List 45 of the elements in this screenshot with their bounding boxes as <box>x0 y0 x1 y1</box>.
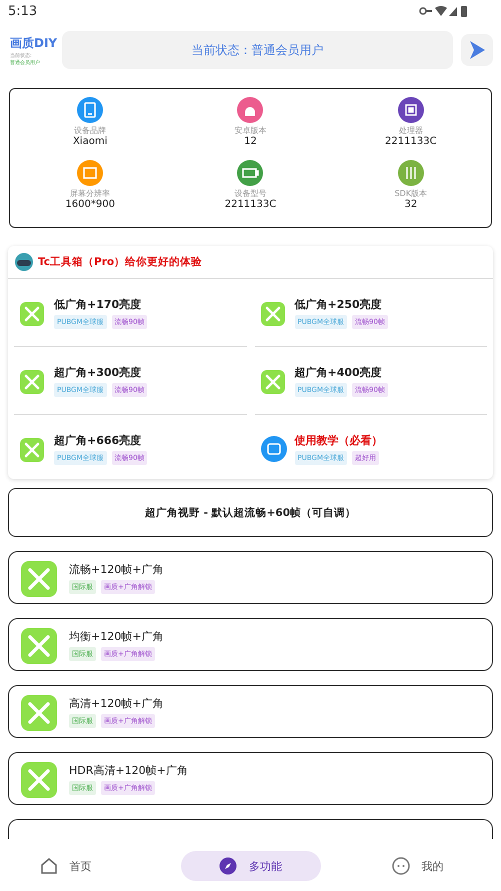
info-value: 12 <box>244 136 257 147</box>
tools-icon <box>21 760 59 798</box>
preset-title: 均衡+120帧+广角 <box>69 628 164 644</box>
info-value: 2211133C <box>385 136 437 147</box>
status-time: 5:13 <box>8 4 38 18</box>
preset-title: 超广角+300亮度 <box>54 364 142 380</box>
tools-icon <box>20 436 46 462</box>
preset-title: 低广角+250亮度 <box>294 296 383 312</box>
info-value: 2211133C <box>224 199 276 210</box>
tools-icon <box>20 300 46 326</box>
preset-title: 超广角+400亮度 <box>294 364 383 380</box>
preset-title: 超广角+666亮度 <box>54 432 142 448</box>
preset-title: 使用教学（必看） <box>294 432 382 448</box>
preset-title: 流畅+120帧+广角 <box>69 562 164 576</box>
tools-icon <box>21 626 59 664</box>
preset-card[interactable] <box>8 819 493 839</box>
play-icon <box>468 40 486 60</box>
info-value: 32 <box>404 199 418 210</box>
tools-icon <box>21 692 59 730</box>
pro-title: Tc工具箱（Pro）给你更好的体验 <box>38 255 202 269</box>
profile-icon <box>392 857 410 875</box>
play-button[interactable] <box>461 34 493 66</box>
info-label: 屏幕分辨率 <box>70 188 110 199</box>
tutorial-icon <box>260 436 286 462</box>
info-label: 处理器 <box>398 125 423 136</box>
nav-tab[interactable]: 首页 <box>14 851 154 881</box>
info-label: 设备品牌 <box>74 125 106 136</box>
info-label: 设备型号 <box>234 188 266 199</box>
info-label: SDK版本 <box>394 188 428 199</box>
home-icon <box>40 857 58 875</box>
preset-title: 高清+120帧+广角 <box>69 696 164 710</box>
nav-tab[interactable]: 多功能 <box>180 851 320 881</box>
tools-icon <box>260 368 286 394</box>
preset-title: HDR高清+120帧+广角 <box>69 762 188 778</box>
info-value: 1600*900 <box>65 199 115 210</box>
preset-title: 低广角+170亮度 <box>54 296 142 312</box>
compass-icon <box>219 857 237 875</box>
member-status: 当前状态：普通会员用户 <box>62 31 453 69</box>
tools-icon <box>20 368 46 394</box>
info-label: 安卓版本 <box>234 125 266 136</box>
tools-icon <box>260 300 286 326</box>
info-value: Xiaomi <box>72 136 108 147</box>
wide-view-button[interactable]: 超广角视野 - 默认超流畅+60帧（可自调） <box>8 488 493 537</box>
nav-tab[interactable]: 我的 <box>348 851 488 881</box>
tools-icon <box>21 558 59 596</box>
